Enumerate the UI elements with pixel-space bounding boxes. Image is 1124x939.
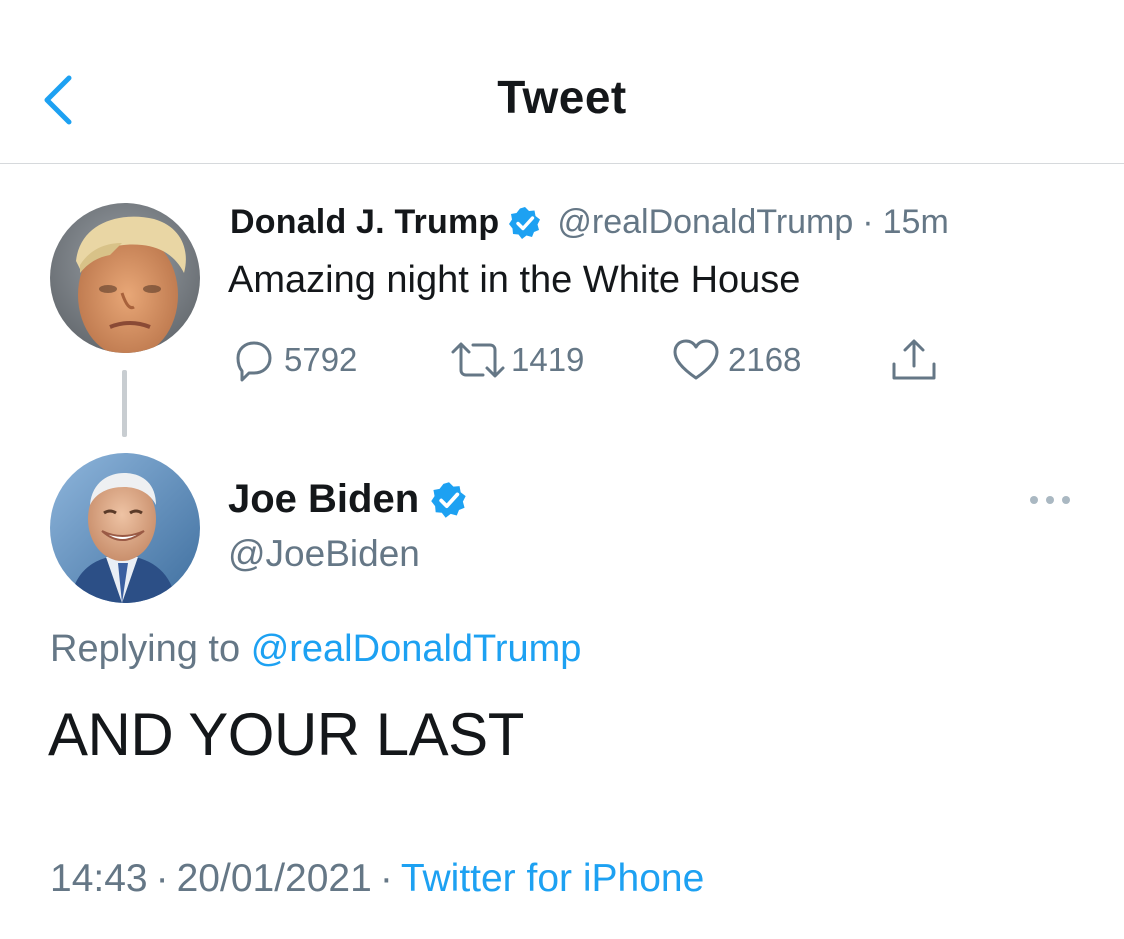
- share-icon: [892, 339, 936, 380]
- replying-to-label: Replying to: [50, 628, 241, 670]
- replying-to-mention[interactable]: @realDonaldTrump: [251, 628, 582, 670]
- like-count: 2168: [728, 341, 802, 378]
- thread-connector: [122, 370, 127, 437]
- replying-to: Replying to @realDonaldTrump: [50, 628, 581, 671]
- more-horizontal-icon: [1030, 496, 1070, 504]
- separator-dot: ·: [379, 857, 393, 900]
- tweet-date: 20/01/2021: [176, 857, 372, 900]
- reply-icon: [236, 341, 272, 382]
- author-handle[interactable]: @realDonaldTrump: [557, 203, 853, 242]
- like-icon: [673, 339, 719, 380]
- verified-badge-icon: [431, 481, 466, 518]
- avatar-biden[interactable]: [50, 453, 200, 603]
- tweet-time: 14:43: [50, 857, 148, 900]
- parent-tweet-text: Amazing night in the White House: [228, 259, 801, 301]
- tweet-metadata: 14:43 · 20/01/2021 · Twitter for iPhone: [50, 857, 704, 901]
- author-name[interactable]: Donald J. Trump: [230, 203, 499, 242]
- share-button[interactable]: [888, 336, 940, 384]
- avatar-image: [50, 203, 200, 353]
- avatar-trump[interactable]: [50, 203, 200, 353]
- author-name[interactable]: Joe Biden: [228, 477, 419, 522]
- separator-dot: ·: [862, 203, 874, 241]
- tweet-time[interactable]: 15m: [883, 203, 949, 242]
- reply-button[interactable]: 5792: [230, 336, 357, 384]
- verified-badge-icon: [509, 206, 541, 239]
- reply-count: 5792: [284, 341, 358, 378]
- more-options-button[interactable]: [1024, 485, 1076, 515]
- retweet-icon: [451, 342, 505, 378]
- page-title: Tweet: [497, 71, 627, 123]
- like-button[interactable]: 2168: [670, 336, 801, 384]
- main-tweet-text: AND YOUR LAST: [48, 701, 524, 768]
- navigation-header: Tweet: [0, 0, 1124, 164]
- separator-dot: ·: [155, 857, 169, 900]
- retweet-button[interactable]: 1419: [447, 336, 584, 384]
- author-handle[interactable]: @JoeBiden: [228, 533, 420, 575]
- avatar-image: [50, 453, 200, 603]
- main-author-name-row: Joe Biden: [228, 477, 469, 522]
- retweet-count: 1419: [511, 341, 585, 378]
- tweet-source-link[interactable]: Twitter for iPhone: [401, 857, 704, 900]
- parent-tweet-header: Donald J. Trump @realDonaldTrump · 15m: [230, 203, 949, 242]
